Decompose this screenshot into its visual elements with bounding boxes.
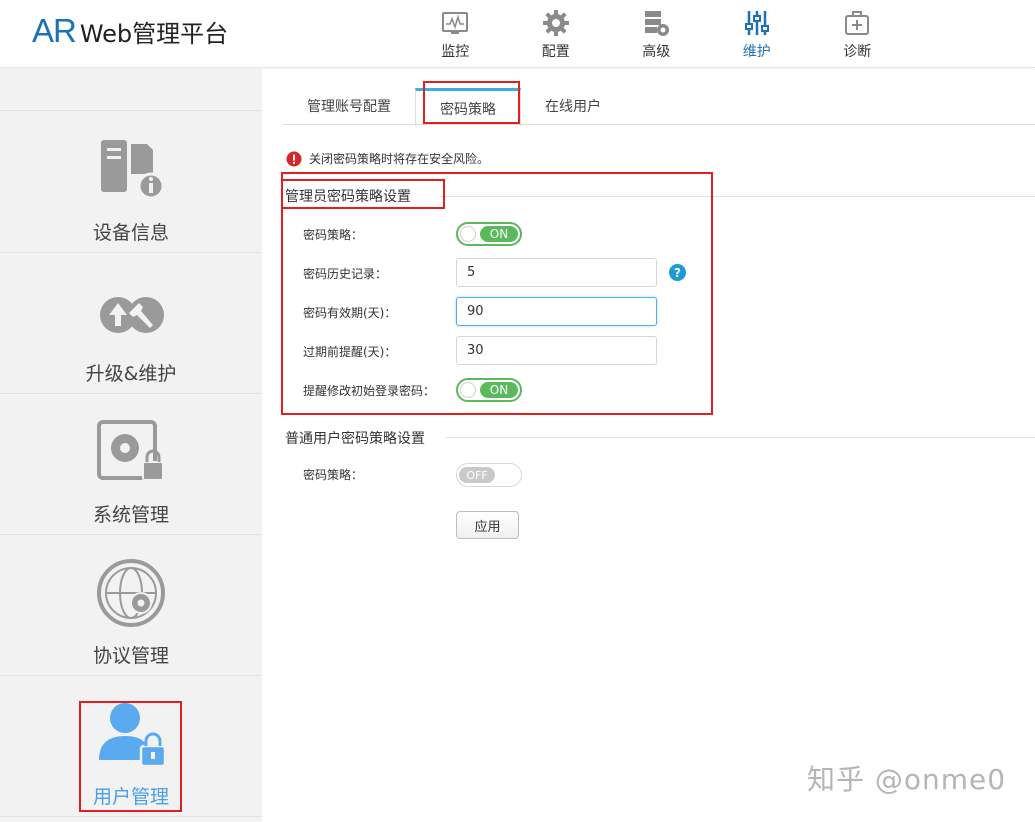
admin-section-divider (440, 196, 1035, 197)
validity-input[interactable]: 90 (456, 297, 657, 326)
nav-monitor[interactable]: 监控 (405, 0, 506, 68)
sidebar: 设备信息 升级&维护 系统管理 协议管理 用户管理 (0, 68, 262, 822)
nav-label: 维护 (742, 44, 771, 60)
sidebar-item-label: 设备信息 (92, 222, 169, 244)
tab-online-users[interactable]: 在线用户 (521, 88, 625, 124)
sidebar-item-system[interactable]: 系统管理 (0, 394, 262, 535)
toggle-knob (460, 382, 476, 398)
toggle-state: OFF (459, 467, 495, 483)
nav-config[interactable]: 配置 (506, 0, 607, 68)
sidebar-item-upgrade[interactable]: 升级&维护 (0, 253, 262, 394)
system-lock-icon (97, 420, 164, 481)
admin-policy-toggle[interactable]: ON (456, 222, 522, 246)
sidebar-item-label: 系统管理 (92, 504, 169, 526)
initial-password-label: 提醒修改初始登录密码： (303, 384, 436, 398)
nav-label: 高级 (642, 44, 671, 60)
sidebar-item-user[interactable]: 用户管理 (0, 676, 262, 817)
user-policy-toggle[interactable]: OFF (456, 463, 522, 487)
sidebar-item-protocol[interactable]: 协议管理 (0, 535, 262, 676)
globe-gear-icon (97, 559, 165, 627)
sidebar-item-device-info[interactable]: 设备信息 (0, 112, 262, 253)
monitor-icon (442, 12, 469, 34)
nav-label: 监控 (441, 44, 470, 60)
toggle-state: ON (480, 382, 518, 398)
remind-input[interactable]: 30 (456, 336, 657, 365)
logo-ar-text: AR (32, 12, 77, 49)
history-input[interactable]: 5 (456, 258, 657, 287)
watermark: 知乎 @onme0 (807, 763, 1007, 796)
tab-admin-account[interactable]: 管理账号配置 (283, 88, 415, 124)
top-header: AR Web管理平台 监控 配置 高级 维护 诊断 (0, 0, 1035, 68)
sidebar-top-spacer (0, 68, 262, 111)
upgrade-wrench-icon (100, 297, 164, 333)
toggle-knob (460, 226, 476, 242)
security-warning: 关闭密码策略时将存在安全风险。 (286, 150, 489, 167)
tab-bar: 管理账号配置 密码策略 在线用户 (283, 88, 625, 126)
app-logo: AR Web管理平台 (32, 12, 228, 52)
nav-label: 配置 (541, 44, 570, 60)
admin-policy-label: 密码策略： (303, 228, 364, 242)
nav-diagnose[interactable]: 诊断 (807, 0, 908, 68)
sidebar-item-label: 用户管理 (92, 786, 169, 808)
sidebar-item-label: 升级&维护 (85, 363, 177, 385)
initial-password-toggle[interactable]: ON (456, 378, 522, 402)
user-section-divider (446, 437, 1035, 438)
medical-kit-icon (845, 11, 870, 35)
top-nav: 监控 配置 高级 维护 诊断 (405, 0, 908, 68)
sidebar-item-label: 协议管理 (92, 645, 169, 667)
help-icon[interactable]: ? (669, 264, 686, 281)
user-section-title: 普通用户密码策略设置 (285, 431, 425, 447)
warning-text: 关闭密码策略时将存在安全风险。 (309, 152, 490, 166)
apply-button[interactable]: 应用 (456, 511, 519, 539)
user-policy-label: 密码策略： (303, 468, 364, 482)
history-label: 密码历史记录： (303, 267, 388, 281)
server-gear-icon (645, 11, 670, 36)
gear-icon (542, 10, 569, 36)
user-lock-icon (99, 703, 167, 768)
sliders-icon (744, 11, 769, 35)
logo-title-text: Web管理平台 (79, 20, 229, 48)
warning-icon (286, 151, 302, 166)
tab-divider (283, 124, 1035, 125)
nav-maintenance[interactable]: 维护 (707, 0, 808, 68)
admin-section-title: 管理员密码策略设置 (285, 189, 411, 205)
nav-advanced[interactable]: 高级 (606, 0, 707, 68)
tab-password-policy[interactable]: 密码策略 (415, 88, 521, 126)
remind-label: 过期前提醒(天)： (303, 345, 397, 359)
validity-label: 密码有效期(天)： (303, 306, 397, 320)
toggle-state: ON (480, 226, 518, 242)
nav-label: 诊断 (843, 44, 872, 60)
device-info-icon (101, 140, 165, 200)
